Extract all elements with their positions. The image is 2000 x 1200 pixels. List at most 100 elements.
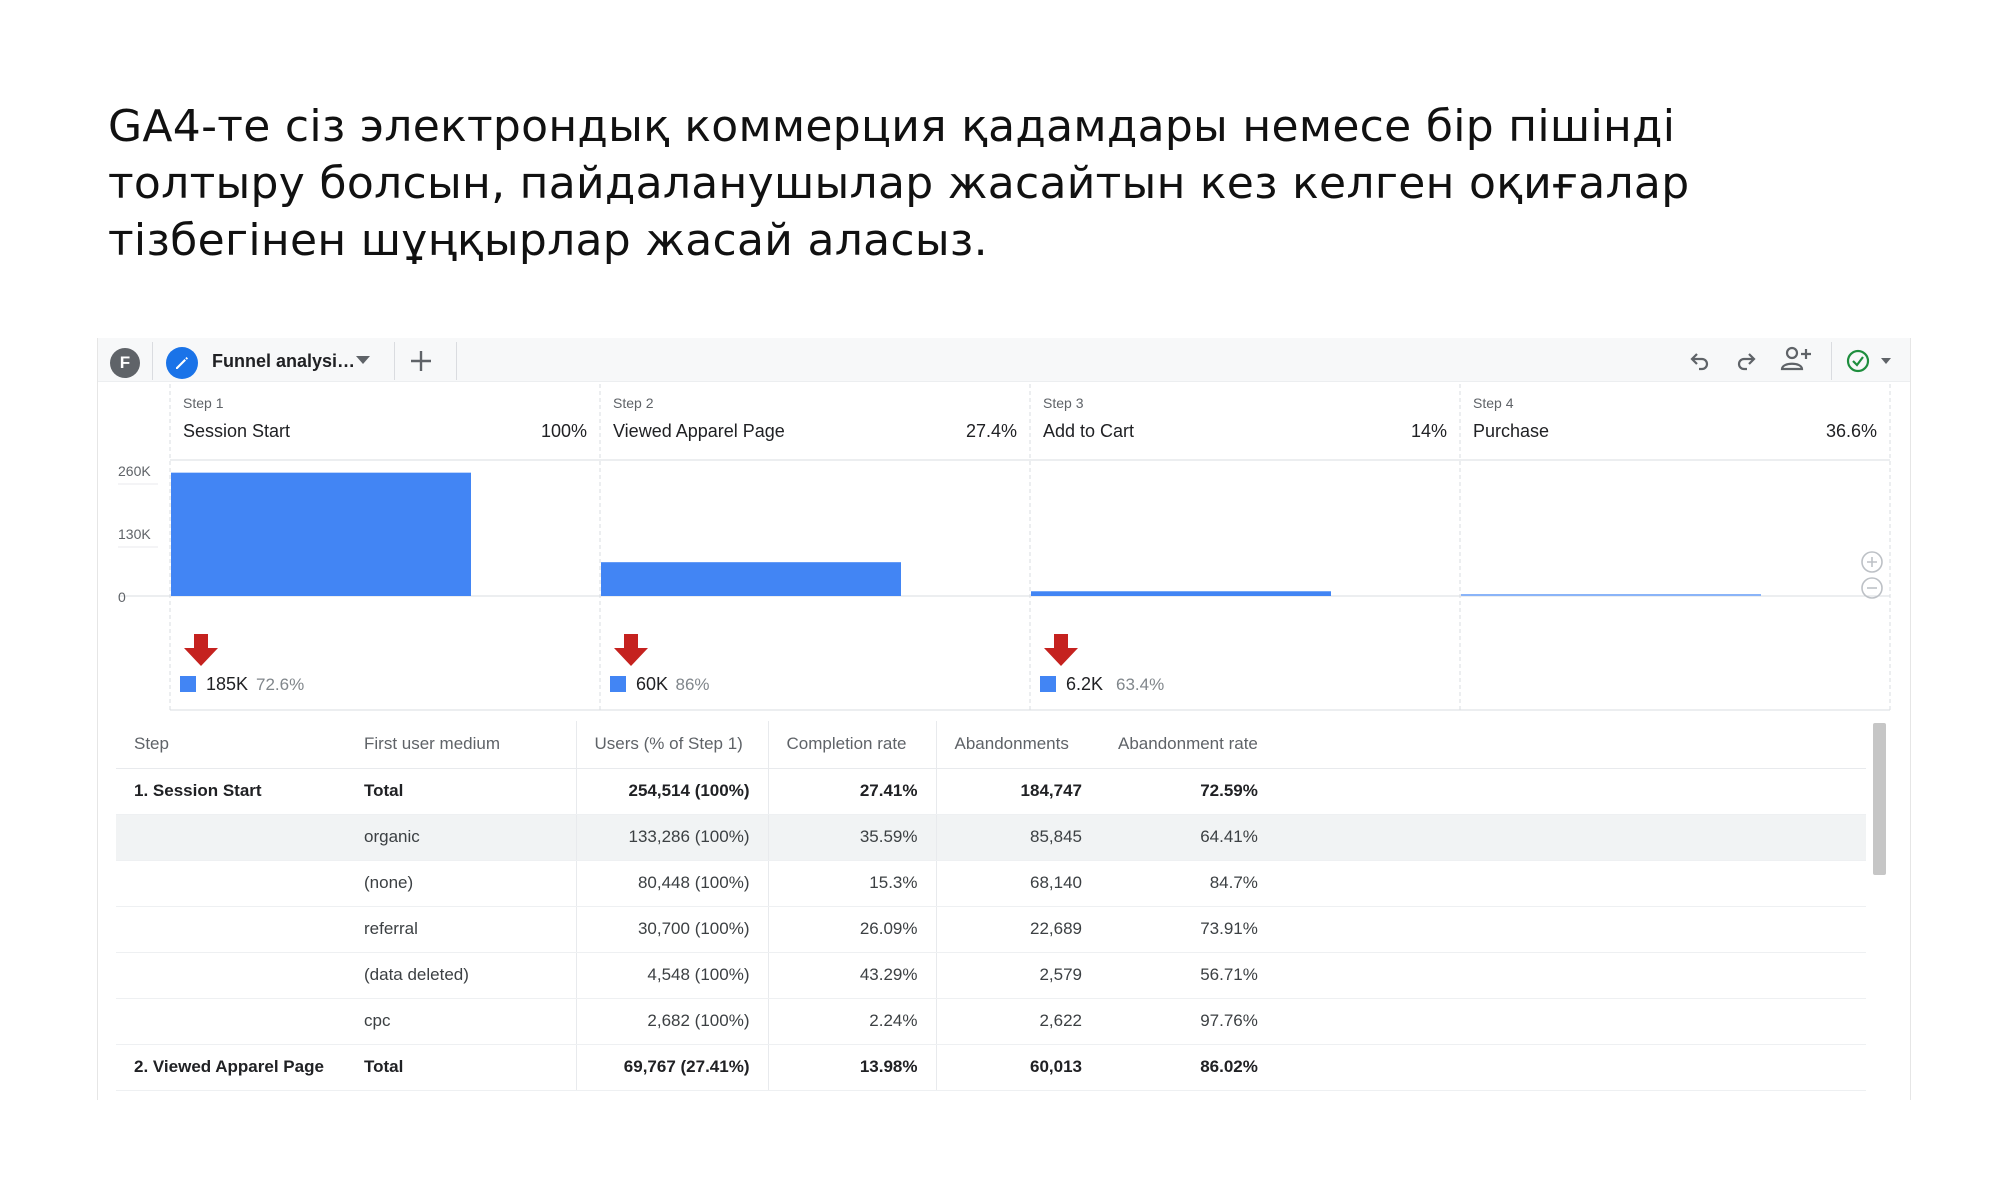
cell-abandonments: 184,747 (935, 768, 1100, 815)
abandonment-count: 185K (206, 674, 248, 694)
funnel-bar (601, 562, 901, 596)
y-tick-label: 130K (118, 526, 151, 542)
step-percent-label: 36.6% (1826, 421, 1877, 441)
cell-step (116, 952, 346, 999)
cell-step: 1. Session Start (116, 768, 346, 815)
cell-completion-rate: 15.3% (767, 860, 936, 907)
table-row[interactable]: 1. Session Start Total 254,514 (100%) 27… (116, 768, 1866, 815)
step-number-label: Step 4 (1473, 395, 1514, 411)
cell-abandonments: 22,689 (935, 906, 1100, 953)
funnel-chart: 260K 130K 0 Step 1 Session Start 100% 185K 72.6… (118, 384, 1891, 711)
funnel-bar (1031, 591, 1331, 596)
cell-users: 254,514 (100%) (575, 768, 768, 815)
cell-abandonments: 85,845 (935, 814, 1100, 861)
cell-spacer (1275, 906, 1866, 953)
step-name-label: Session Start (183, 421, 290, 441)
avatar[interactable]: F (110, 348, 140, 378)
check-circle-icon[interactable] (1843, 346, 1899, 376)
funnel-bar (1461, 594, 1761, 596)
exploration-tab-bar: F Funnel analysi… (98, 338, 1910, 382)
cell-abandonment-rate: 72.59% (1100, 768, 1276, 815)
cell-spacer (1275, 814, 1866, 861)
undo-icon[interactable] (1688, 348, 1712, 372)
table-row[interactable]: (none) 80,448 (100%) 15.3% 68,140 84.7% (116, 860, 1866, 907)
step-number-label: Step 2 (613, 395, 654, 411)
funnel-exploration-panel: F Funnel analysi… 260K 130K 0 Step 1 Ses… (98, 338, 1910, 1100)
cell-medium: (data deleted) (346, 952, 576, 999)
cell-abandonment-rate: 56.71% (1100, 952, 1276, 999)
cell-users: 30,700 (100%) (575, 906, 768, 953)
table-row[interactable]: referral 30,700 (100%) 26.09% 22,689 73.… (116, 906, 1866, 953)
cell-completion-rate: 2.24% (767, 998, 936, 1045)
column-header-step[interactable]: Step (116, 721, 346, 769)
abandonment-rate: 63.4% (1116, 675, 1164, 694)
table-scrollbar[interactable] (1873, 723, 1886, 875)
cell-completion-rate: 26.09% (767, 906, 936, 953)
drop-arrow-icon (184, 634, 218, 666)
drop-arrow-icon (614, 634, 648, 666)
table-row[interactable]: cpc 2,682 (100%) 2.24% 2,622 97.76% (116, 998, 1866, 1045)
cell-completion-rate: 43.29% (767, 952, 936, 999)
table-row[interactable]: (data deleted) 4,548 (100%) 43.29% 2,579… (116, 952, 1866, 999)
column-header-spacer (1275, 721, 1866, 769)
cell-users: 133,286 (100%) (575, 814, 768, 861)
page-headline: GA4-те сіз электрондық коммерция қадамда… (108, 98, 1928, 269)
edit-pencil-icon[interactable] (166, 347, 198, 379)
cell-completion-rate: 13.98% (767, 1044, 936, 1091)
cell-step (116, 998, 346, 1045)
share-user-icon[interactable] (1779, 345, 1813, 373)
tab-funnel-analysis[interactable]: Funnel analysi… (212, 351, 355, 372)
cell-medium: Total (346, 1044, 576, 1091)
cell-abandonment-rate: 86.02% (1100, 1044, 1276, 1091)
cell-completion-rate: 35.59% (767, 814, 936, 861)
cell-spacer (1275, 860, 1866, 907)
abandonment-swatch (1040, 676, 1056, 692)
cell-users: 80,448 (100%) (575, 860, 768, 907)
cell-spacer (1275, 952, 1866, 999)
cell-abandonments: 68,140 (935, 860, 1100, 907)
column-header-first-user-medium[interactable]: First user medium (346, 721, 576, 769)
step-number-label: Step 3 (1043, 395, 1084, 411)
table-header-row: Step First user medium Users (% of Step … (116, 721, 1866, 769)
cell-abandonment-rate: 73.91% (1100, 906, 1276, 953)
cell-users: 2,682 (100%) (575, 998, 768, 1045)
abandonment-rate: 86% (676, 675, 710, 694)
cell-step (116, 860, 346, 907)
cell-users: 4,548 (100%) (575, 952, 768, 999)
step-number-label: Step 1 (183, 395, 224, 411)
cell-medium: Total (346, 768, 576, 815)
step-name-label: Add to Cart (1043, 421, 1134, 441)
column-header-users[interactable]: Users (% of Step 1) (575, 721, 768, 769)
cell-medium: referral (346, 906, 576, 953)
tab-divider (394, 342, 395, 380)
abandonment-rate: 72.6% (256, 675, 304, 694)
cell-abandonment-rate: 97.76% (1100, 998, 1276, 1045)
cell-abandonment-rate: 64.41% (1100, 814, 1276, 861)
abandonment-count: 6.2K (1066, 674, 1103, 694)
cell-users: 69,767 (27.41%) (575, 1044, 768, 1091)
cell-completion-rate: 27.41% (767, 768, 936, 815)
cell-abandonment-rate: 84.7% (1100, 860, 1276, 907)
step-percent-label: 100% (541, 421, 587, 441)
cell-step: 2. Viewed Apparel Page (116, 1044, 346, 1091)
tab-divider (152, 342, 153, 380)
table-row[interactable]: organic 133,286 (100%) 35.59% 85,845 64.… (116, 814, 1866, 861)
headline-line-2: толтыру болсын, пайдаланушылар жасайтын … (108, 158, 1690, 209)
drop-arrow-icon (1044, 634, 1078, 666)
step-percent-label: 14% (1411, 421, 1447, 441)
cell-spacer (1275, 768, 1866, 815)
redo-icon[interactable] (1734, 348, 1758, 372)
column-header-completion-rate[interactable]: Completion rate (767, 721, 936, 769)
dropdown-caret-icon[interactable] (356, 356, 370, 364)
column-header-abandonment-rate[interactable]: Abandonment rate (1100, 721, 1276, 769)
cell-abandonments: 60,013 (935, 1044, 1100, 1091)
add-tab-icon[interactable] (410, 350, 432, 372)
step-percent-label: 27.4% (966, 421, 1017, 441)
funnel-bar (171, 472, 471, 596)
funnel-table: Step First user medium Users (% of Step … (116, 721, 1866, 1091)
abandonment-swatch (610, 676, 626, 692)
cell-step (116, 814, 346, 861)
cell-medium: (none) (346, 860, 576, 907)
table-row[interactable]: 2. Viewed Apparel Page Total 69,767 (27.… (116, 1044, 1866, 1091)
column-header-abandonments[interactable]: Abandonments (935, 721, 1100, 769)
